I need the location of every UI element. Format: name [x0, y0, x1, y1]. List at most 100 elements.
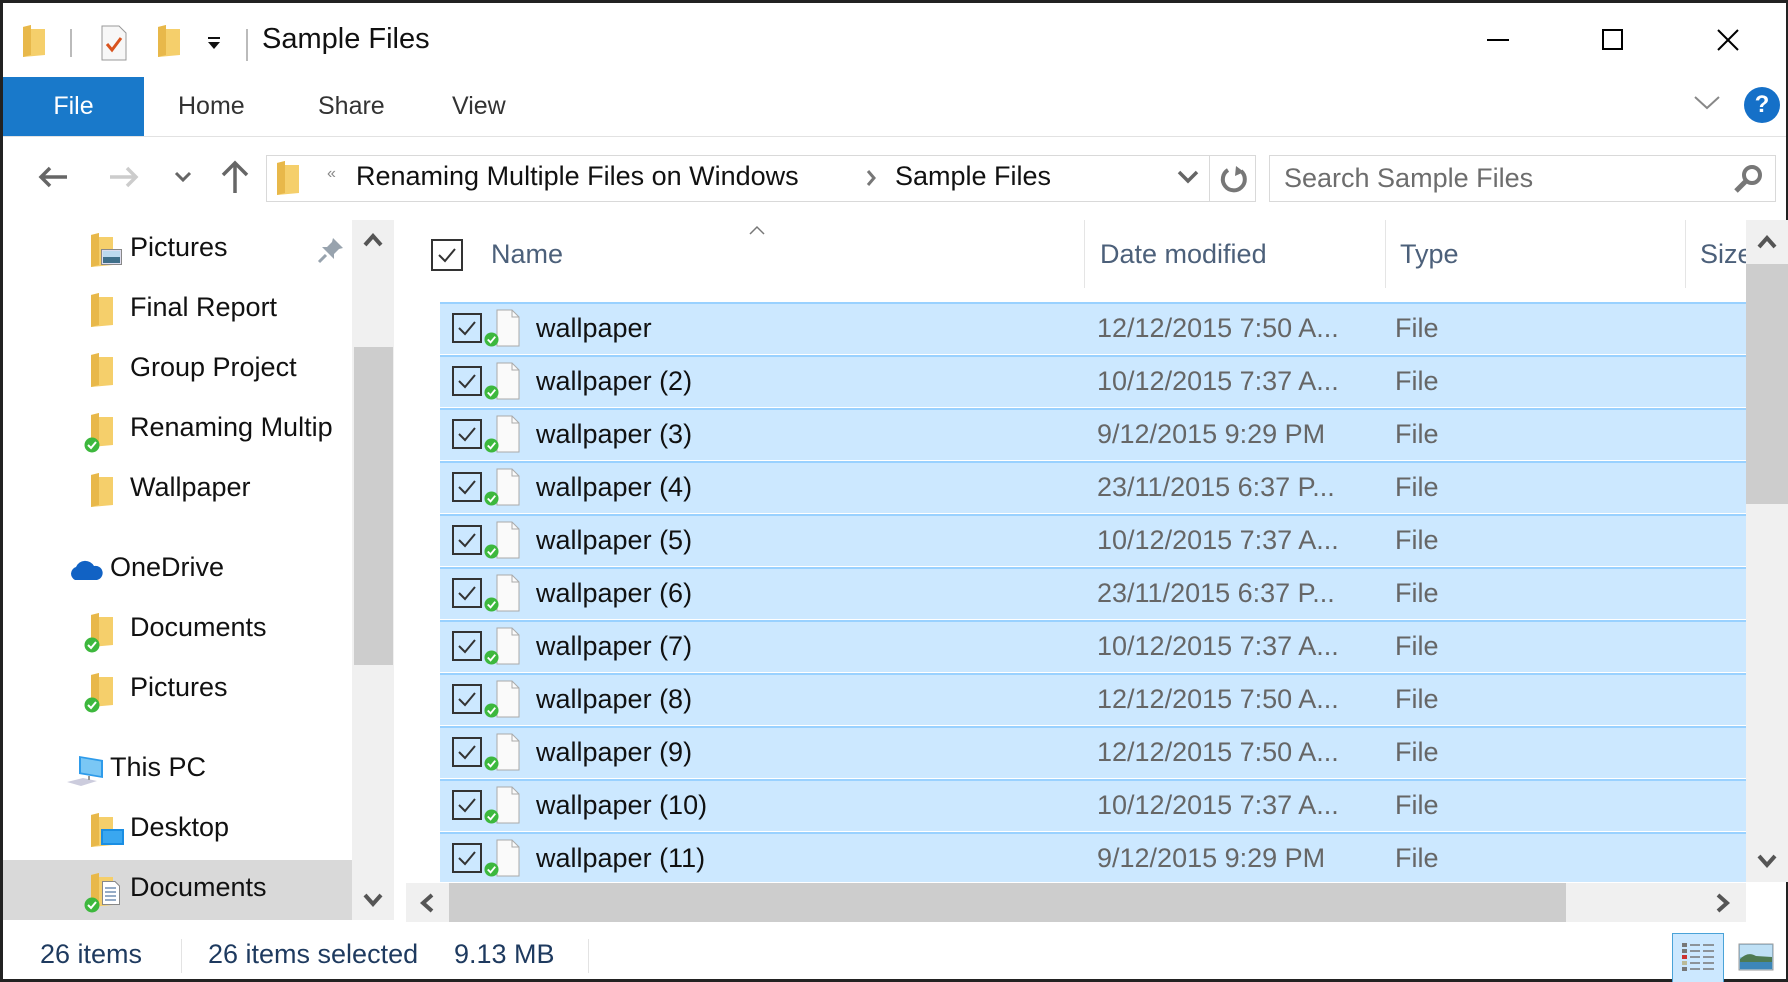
- search-icon[interactable]: [1732, 163, 1764, 200]
- file-name: wallpaper (2): [536, 366, 693, 396]
- maximize-button[interactable]: [1558, 3, 1668, 77]
- tab-share[interactable]: Share: [318, 77, 385, 136]
- close-button[interactable]: [1673, 3, 1783, 77]
- sync-ok-icon: [484, 756, 499, 776]
- row-checkbox[interactable]: [452, 313, 482, 343]
- tab-home[interactable]: Home: [178, 77, 245, 136]
- table-row[interactable]: wallpaper 12/12/2015 7:50 A... File: [440, 302, 1746, 354]
- file-date-modified: 23/11/2015 6:37 P...: [1097, 472, 1335, 502]
- row-checkbox[interactable]: [452, 366, 482, 396]
- scroll-up-arrow-icon[interactable]: [352, 220, 394, 260]
- column-header-name[interactable]: Name: [491, 220, 1084, 288]
- pin-icon[interactable]: [317, 236, 345, 269]
- address-history-dropdown-icon[interactable]: [1177, 170, 1199, 189]
- row-checkbox[interactable]: [452, 419, 482, 449]
- overflow-marker[interactable]: «: [327, 165, 336, 183]
- sidebar-item-final-report[interactable]: Final Report: [3, 280, 352, 340]
- sidebar-item-wallpaper[interactable]: Wallpaper: [3, 460, 352, 520]
- sidebar-item-this-pc[interactable]: This PC: [3, 740, 352, 800]
- column-separator[interactable]: [1685, 220, 1686, 288]
- select-all-checkbox[interactable]: [431, 239, 463, 271]
- breadcrumb-chevron-icon[interactable]: [865, 169, 877, 192]
- back-button[interactable]: [35, 155, 71, 199]
- column-header-type[interactable]: Type: [1400, 220, 1680, 288]
- table-row[interactable]: wallpaper (2) 10/12/2015 7:37 A... File: [440, 355, 1746, 407]
- address-bar[interactable]: « Renaming Multiple Files on Windows Sam…: [266, 155, 1256, 202]
- file-explorer-window: Sample Files File Home Share View ? « Re…: [0, 0, 1788, 982]
- sidebar-item-documents[interactable]: Documents: [3, 860, 352, 920]
- properties-icon[interactable]: [101, 25, 127, 66]
- scroll-right-arrow-icon[interactable]: [1702, 883, 1744, 922]
- sync-ok-icon: [484, 862, 499, 882]
- refresh-icon[interactable]: [1219, 163, 1249, 200]
- table-row[interactable]: wallpaper (4) 23/11/2015 6:37 P... File: [440, 461, 1746, 513]
- folder-icon: [23, 25, 45, 62]
- sidebar-item-pictures[interactable]: Pictures: [3, 660, 352, 720]
- table-row[interactable]: wallpaper (6) 23/11/2015 6:37 P... File: [440, 567, 1746, 619]
- up-button[interactable]: [218, 155, 252, 199]
- scroll-down-arrow-icon[interactable]: [352, 880, 394, 920]
- sidebar-item-documents[interactable]: Documents: [3, 600, 352, 660]
- table-row[interactable]: wallpaper (9) 12/12/2015 7:50 A... File: [440, 726, 1746, 778]
- row-checkbox[interactable]: [452, 737, 482, 767]
- row-checkbox[interactable]: [452, 790, 482, 820]
- table-row[interactable]: wallpaper (11) 9/12/2015 9:29 PM File: [440, 832, 1746, 882]
- row-checkbox[interactable]: [452, 631, 482, 661]
- search-input[interactable]: Search Sample Files: [1269, 155, 1776, 202]
- nav-pane-scrollbar[interactable]: [352, 220, 394, 920]
- column-header-size[interactable]: Size: [1700, 220, 1746, 288]
- minimize-button[interactable]: [1443, 3, 1553, 77]
- new-folder-icon[interactable]: [158, 25, 180, 62]
- column-separator[interactable]: [1385, 220, 1386, 288]
- file-name: wallpaper: [536, 313, 652, 343]
- table-row[interactable]: wallpaper (10) 10/12/2015 7:37 A... File: [440, 779, 1746, 831]
- row-checkbox[interactable]: [452, 472, 482, 502]
- file-list-scrollbar[interactable]: [1746, 220, 1788, 882]
- details-view-icon: [1680, 941, 1716, 978]
- file-list-scroll-thumb[interactable]: [1746, 264, 1788, 504]
- tab-file[interactable]: File: [3, 77, 144, 136]
- sidebar-item-renaming-multip[interactable]: Renaming Multip: [3, 400, 352, 460]
- breadcrumb-renaming-multiple-files[interactable]: Renaming Multiple Files on Windows: [356, 161, 799, 192]
- file-date-modified: 10/12/2015 7:37 A...: [1097, 366, 1339, 396]
- table-row[interactable]: wallpaper (8) 12/12/2015 7:50 A... File: [440, 673, 1746, 725]
- scroll-down-arrow-icon[interactable]: [1746, 840, 1788, 882]
- recent-locations-button[interactable]: [171, 155, 195, 199]
- row-checkbox[interactable]: [452, 843, 482, 873]
- sidebar-item-label: Group Project: [130, 352, 297, 382]
- file-list-horizontal-scrollbar[interactable]: [406, 883, 1746, 922]
- sidebar-item-onedrive[interactable]: OneDrive: [3, 540, 352, 600]
- sidebar-item-desktop[interactable]: Desktop: [3, 800, 352, 860]
- sidebar-item-label: Pictures: [130, 232, 228, 262]
- scroll-up-arrow-icon[interactable]: [1746, 220, 1788, 264]
- file-date-modified: 10/12/2015 7:37 A...: [1097, 631, 1339, 661]
- customize-dropdown-icon[interactable]: [207, 36, 221, 55]
- sidebar-item-group-project[interactable]: Group Project: [3, 340, 352, 400]
- tab-view[interactable]: View: [452, 77, 506, 136]
- help-button[interactable]: ?: [1744, 87, 1780, 123]
- file-name: wallpaper (9): [536, 737, 693, 767]
- table-row[interactable]: wallpaper (7) 10/12/2015 7:37 A... File: [440, 620, 1746, 672]
- forward-button[interactable]: [106, 155, 142, 199]
- large-icons-view-button[interactable]: [1730, 933, 1782, 982]
- horizontal-scroll-thumb[interactable]: [449, 883, 1566, 922]
- sidebar-item-pictures[interactable]: Pictures: [3, 220, 352, 280]
- expand-ribbon-icon[interactable]: [1693, 95, 1721, 116]
- details-view-button[interactable]: [1672, 933, 1724, 982]
- column-header-date-modified[interactable]: Date modified: [1100, 220, 1390, 288]
- file-date-modified: 10/12/2015 7:37 A...: [1097, 525, 1339, 555]
- file-name: wallpaper (6): [536, 578, 693, 608]
- nav-pane-scroll-thumb[interactable]: [354, 347, 393, 665]
- breadcrumb-sample-files[interactable]: Sample Files: [895, 161, 1051, 192]
- file-name: wallpaper (3): [536, 419, 693, 449]
- file-type: File: [1395, 631, 1439, 661]
- table-row[interactable]: wallpaper (3) 9/12/2015 9:29 PM File: [440, 408, 1746, 460]
- column-separator[interactable]: [1084, 220, 1085, 288]
- row-checkbox[interactable]: [452, 578, 482, 608]
- file-name: wallpaper (11): [536, 843, 706, 873]
- scroll-left-arrow-icon[interactable]: [406, 883, 448, 922]
- table-row[interactable]: wallpaper (5) 10/12/2015 7:37 A... File: [440, 514, 1746, 566]
- row-checkbox[interactable]: [452, 684, 482, 714]
- sync-ok-icon: [484, 491, 499, 511]
- row-checkbox[interactable]: [452, 525, 482, 555]
